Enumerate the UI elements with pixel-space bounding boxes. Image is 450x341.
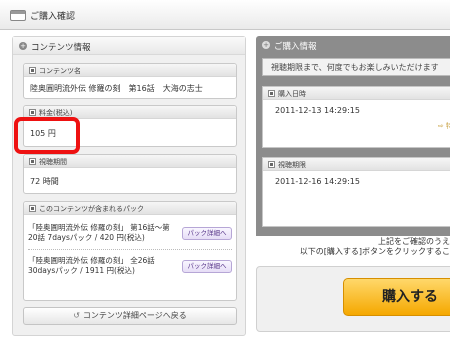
purchase-info-panel: + ご購入情報 視聴期限まで、何度でもお楽しみいただけます 購入日時 2011-… — [256, 36, 450, 236]
content-info-panel: + コンテンツ情報 コンテンツ名 陸奥圓明流外伝 修羅の刻 第16話 大海の志士… — [12, 36, 246, 336]
content-name-label: コンテンツ名 — [39, 67, 81, 75]
content-name-box: コンテンツ名 陸奥圓明流外伝 修羅の刻 第16話 大海の志士 — [23, 63, 237, 99]
content-info-header: + コンテンツ情報 — [13, 37, 245, 55]
purchase-date-label: 購入日時 — [278, 90, 306, 98]
confirm-instructions: 上記をご確認のうえ 以下の[購入する]ボタンをクリックするこ — [280, 237, 450, 257]
expiry-label: 視聴期限 — [278, 161, 306, 169]
period-head: 視聴期間 — [24, 155, 236, 168]
pack-item-text: 「陸奥圓明流外伝 修羅の刻」 全26話 30daysパック / 1911 円(税… — [28, 256, 155, 275]
packs-head: このコンテンツが含まれるパック — [24, 202, 236, 215]
purchase-info-title: ご購入情報 — [274, 42, 317, 52]
window-icon — [10, 10, 26, 21]
square-bullet-icon — [29, 67, 36, 74]
viewing-notice: 視聴期限まで、何度でもお楽しみいただけます — [262, 58, 450, 76]
packs-label: このコンテンツが含まれるパック — [39, 205, 144, 213]
content-name-head: コンテンツ名 — [24, 64, 236, 77]
expiry-value: 2011-12-16 14:29:15 — [275, 177, 360, 186]
plus-circle-icon: + — [262, 41, 270, 49]
divider — [28, 249, 232, 250]
content-name-value: 陸奥圓明流外伝 修羅の刻 第16話 大海の志士 — [30, 84, 203, 93]
return-arrow-icon: ↺ — [73, 311, 80, 320]
period-label: 視聴期間 — [39, 158, 67, 166]
pack-item: 「陸奥圓明流外伝 修羅の刻」 全26話 30daysパック / 1911 円(税… — [24, 256, 236, 276]
purchase-date-value: 2011-12-13 14:29:15 — [275, 106, 360, 115]
square-bullet-icon — [268, 90, 275, 97]
buy-area: 購入する — [256, 266, 450, 332]
purchase-date-box: 購入日時 2011-12-13 14:29:15 ⇨ 特 — [262, 86, 450, 148]
pack-item: 「陸奥圓明流外伝 修羅の刻」 第16話～第20話 7daysパック / 420 … — [24, 223, 236, 243]
square-bullet-icon — [29, 158, 36, 165]
period-value: 72 時間 — [30, 177, 59, 186]
back-to-content-detail-button[interactable]: ↺ コンテンツ詳細ページへ戻る — [23, 307, 237, 325]
expiry-head: 視聴期限 — [263, 158, 450, 171]
period-box: 視聴期間 72 時間 — [23, 154, 237, 194]
price-highlight-outline — [14, 117, 80, 154]
side-link-icon[interactable]: ⇨ 特 — [438, 121, 450, 131]
buy-button[interactable]: 購入する — [343, 278, 450, 316]
confirm-line-2: 以下の[購入する]ボタンをクリックするこ — [299, 247, 450, 256]
packs-box: このコンテンツが含まれるパック 「陸奥圓明流外伝 修羅の刻」 第16話～第20話… — [23, 201, 237, 301]
pack-detail-button[interactable]: パック詳細へ — [182, 260, 232, 273]
window-titlebar: ご購入確認 — [0, 0, 450, 30]
purchase-date-head: 購入日時 — [263, 87, 450, 100]
back-button-label: コンテンツ詳細ページへ戻る — [82, 311, 187, 320]
confirm-line-1: 上記をご確認のうえ — [378, 237, 450, 246]
pack-detail-button[interactable]: パック詳細へ — [182, 227, 232, 240]
plus-circle-icon: + — [19, 42, 27, 50]
purchase-info-header: + ご購入情報 — [256, 36, 450, 54]
square-bullet-icon — [29, 109, 36, 116]
square-bullet-icon — [29, 205, 36, 212]
square-bullet-icon — [268, 161, 275, 168]
pack-item-text: 「陸奥圓明流外伝 修羅の刻」 第16話～第20話 7daysパック / 420 … — [28, 223, 170, 242]
content-info-title: コンテンツ情報 — [31, 43, 91, 53]
window-title: ご購入確認 — [30, 12, 76, 22]
expiry-box: 視聴期限 2011-12-16 14:29:15 — [262, 157, 450, 227]
